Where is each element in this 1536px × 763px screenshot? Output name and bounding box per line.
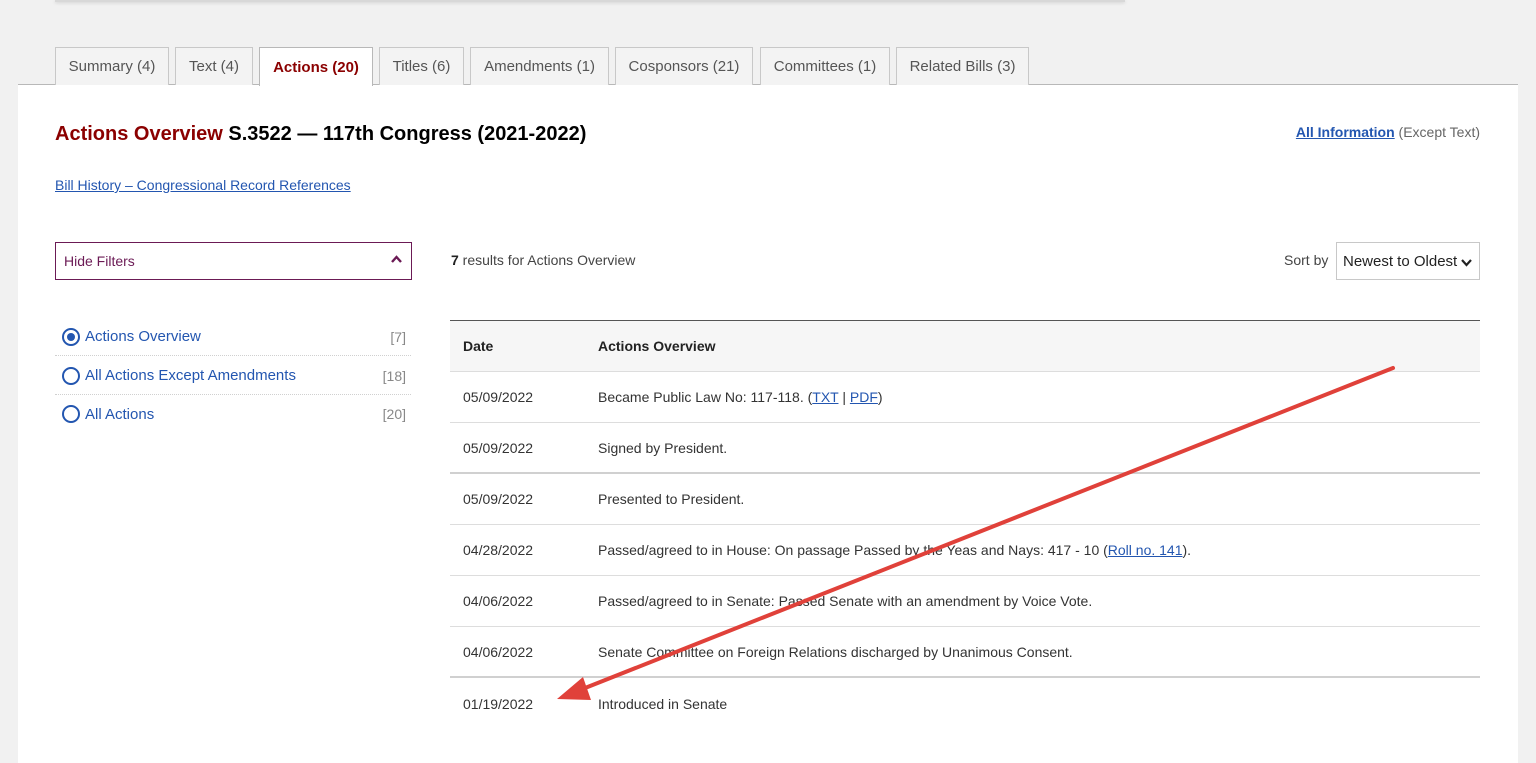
chevron-up-icon — [391, 255, 402, 263]
radio-icon[interactable] — [62, 405, 80, 423]
top-bar — [55, 0, 1125, 2]
results-count: 7 — [451, 252, 459, 268]
row-date: 04/06/2022 — [463, 643, 534, 660]
all-information-suffix: (Except Text) — [1394, 124, 1480, 140]
bill-history-link[interactable]: Bill History – Congressional Record Refe… — [55, 177, 351, 193]
table-row: 04/06/2022 Senate Committee on Foreign R… — [450, 627, 1480, 678]
all-information-link[interactable]: All Information — [1296, 124, 1395, 140]
tab-text[interactable]: Text (4) — [175, 47, 253, 85]
row-date: 05/09/2022 — [463, 389, 534, 405]
filter-label: Actions Overview — [85, 328, 201, 345]
actions-table: Date Actions Overview 05/09/2022 Became … — [450, 320, 1480, 729]
row-action-text: Passed/agreed to in House: On passage Pa… — [598, 542, 1108, 558]
table-row: 04/06/2022 Passed/agreed to in Senate: P… — [450, 576, 1480, 627]
column-header-actions: Actions Overview — [598, 338, 716, 354]
table-row: 05/09/2022 Presented to President. — [450, 474, 1480, 525]
row-action-text: Became Public Law No: 117-118. ( — [598, 389, 813, 405]
tab-committees[interactable]: Committees (1) — [760, 47, 890, 85]
link-separator: | — [838, 389, 850, 405]
table-row: 05/09/2022 Signed by President. — [450, 423, 1480, 474]
filter-all-actions[interactable]: All Actions [20] — [55, 395, 411, 433]
row-date: 01/19/2022 — [463, 695, 534, 712]
tab-amendments[interactable]: Amendments (1) — [470, 47, 609, 85]
hide-filters-button[interactable]: Hide Filters — [55, 242, 412, 280]
row-action: Passed/agreed to in House: On passage Pa… — [598, 542, 1480, 558]
row-action: Introduced in Senate — [598, 695, 728, 712]
radio-icon[interactable] — [62, 366, 80, 385]
filter-count: [7] — [390, 328, 406, 345]
results-summary: 7 results for Actions Overview — [451, 252, 635, 268]
results-text: results for Actions Overview — [458, 252, 636, 268]
page-title: Actions Overview S.3522 — 117th Congress… — [55, 123, 586, 146]
sort-select[interactable]: Newest to Oldest — [1336, 242, 1480, 280]
table-row: 01/19/2022 Introduced in Senate — [450, 678, 1480, 729]
row-action: Senate Committee on Foreign Relations di… — [598, 643, 1073, 660]
pdf-link[interactable]: PDF — [850, 389, 878, 405]
row-date: 04/06/2022 — [463, 593, 534, 609]
page-title-bill: S.3522 — 117th Congress (2021-2022) — [222, 123, 587, 145]
filter-actions-overview[interactable]: Actions Overview [7] — [55, 318, 411, 356]
all-information: All Information (Except Text) — [1296, 124, 1480, 140]
tab-actions[interactable]: Actions (20) — [259, 47, 373, 86]
row-action: Presented to President. — [598, 491, 745, 507]
filter-count: [18] — [382, 367, 406, 384]
row-action: Passed/agreed to in Senate: Passed Senat… — [598, 593, 1093, 609]
row-action-text-end: ) — [877, 389, 883, 405]
tab-cosponsors[interactable]: Cosponsors (21) — [615, 47, 753, 85]
tab-related-bills[interactable]: Related Bills (3) — [896, 47, 1029, 85]
row-action: Signed by President. — [598, 439, 728, 456]
sort-value: Newest to Oldest — [1343, 252, 1458, 270]
table-header: Date Actions Overview — [450, 321, 1480, 372]
table-row: 05/09/2022 Became Public Law No: 117-118… — [450, 372, 1480, 423]
row-action-text-end: ). — [1182, 542, 1192, 558]
page-title-prefix: Actions Overview — [55, 123, 223, 145]
column-header-date: Date — [463, 338, 494, 354]
hide-filters-label: Hide Filters — [64, 253, 135, 269]
row-action: Became Public Law No: 117-118. (TXT | PD… — [598, 389, 1480, 405]
row-date: 05/09/2022 — [463, 491, 534, 507]
chevron-down-icon — [1461, 259, 1472, 267]
filter-count: [20] — [382, 406, 406, 422]
tab-titles[interactable]: Titles (6) — [379, 47, 464, 85]
row-date: 05/09/2022 — [463, 439, 534, 456]
filter-label: All Actions Except Amendments — [85, 367, 296, 384]
filter-label: All Actions — [85, 405, 155, 423]
sort-label: Sort by — [1284, 252, 1329, 268]
table-row: 04/28/2022 Passed/agreed to in House: On… — [450, 525, 1480, 576]
filter-all-actions-except-amendments[interactable]: All Actions Except Amendments [18] — [55, 357, 411, 395]
txt-link[interactable]: TXT — [812, 389, 838, 405]
tab-summary[interactable]: Summary (4) — [55, 47, 169, 85]
roll-call-link[interactable]: Roll no. 141 — [1108, 542, 1183, 558]
radio-selected-icon[interactable] — [62, 327, 80, 346]
row-date: 04/28/2022 — [463, 542, 534, 558]
